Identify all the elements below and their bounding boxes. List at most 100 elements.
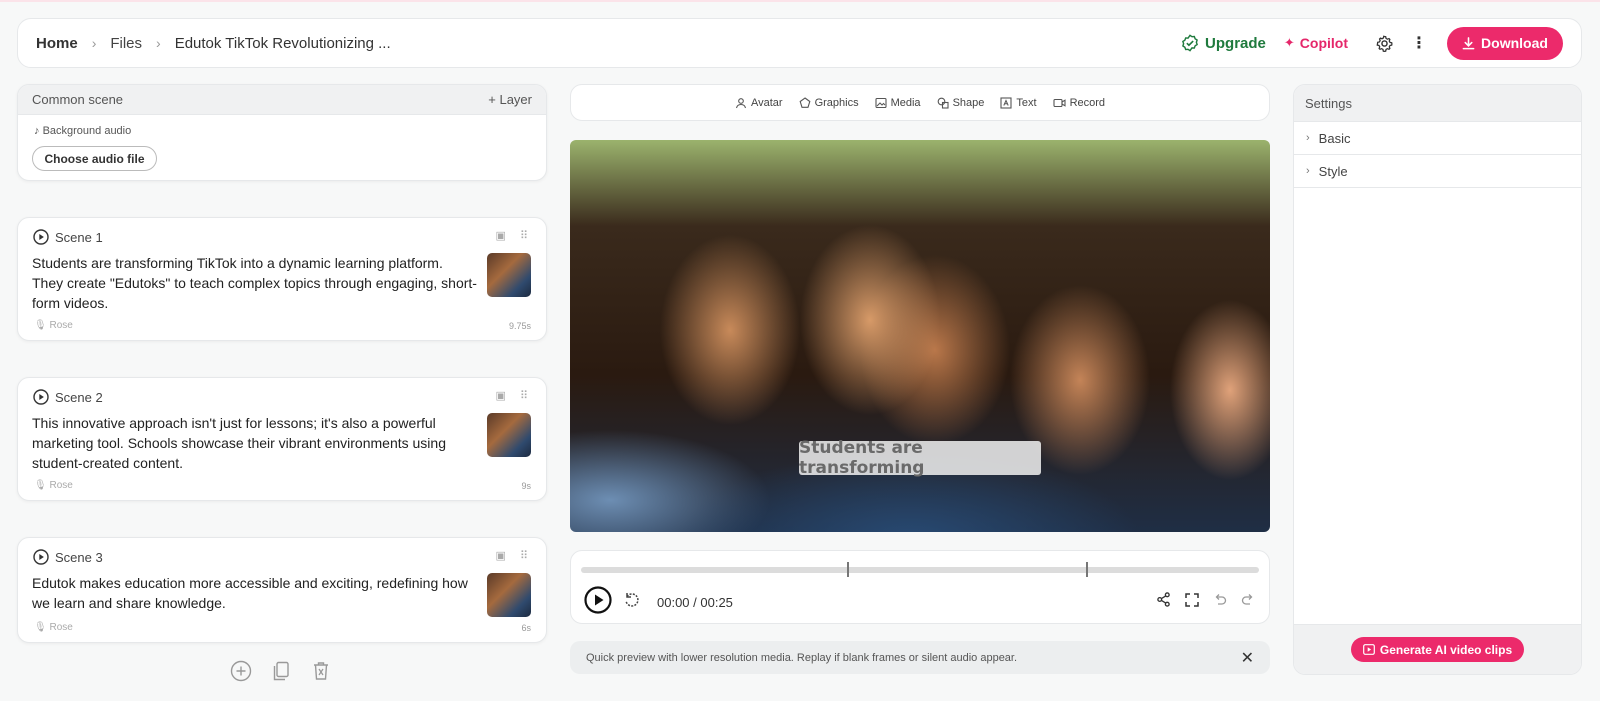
toolbar-media-label: Media [890,96,921,109]
shapes-icon [937,97,949,109]
image-icon[interactable]: ▣ [496,549,506,562]
breadcrumb-current: Edutok TikTok Revolutionizing ... [174,34,391,52]
scene-title: Scene 2 [33,389,103,405]
scene-marker [1086,562,1088,577]
common-scene-header: Common scene + Layer [18,85,546,115]
toolbar-avatar-label: Avatar [750,96,783,109]
scene-thumbnail[interactable] [487,253,531,297]
replay-button[interactable] [623,591,641,614]
video-camera-icon [1053,98,1066,107]
scene-card-2[interactable]: Scene 2 ▣ ⠿ This innovative approach isn… [17,377,547,501]
scene-card-3[interactable]: Scene 3 ▣ ⠿ Edutok makes education more … [17,537,547,643]
video-preview-canvas[interactable]: Students are transforming [570,140,1270,532]
play-circle-icon[interactable] [33,229,49,245]
subtitle-caption[interactable]: Students are transforming [799,438,1041,478]
video-play-icon [1362,644,1375,655]
replay-icon [625,593,639,607]
play-circle-icon[interactable] [33,549,49,565]
play-button[interactable] [584,586,612,619]
drag-handle-icon[interactable]: ⠿ [520,229,528,242]
download-button[interactable]: Download [1447,26,1563,60]
settings-section-basic[interactable]: › Basic [1294,122,1581,155]
copilot-button[interactable]: ✦ Copilot [1284,35,1348,51]
drag-handle-icon[interactable]: ⠿ [520,549,528,562]
generate-ai-video-clips-button[interactable]: Generate AI video clips [1351,637,1524,662]
play-circle-icon [584,586,612,614]
element-toolbar: Avatar Graphics Media Shape Text Record [570,84,1270,121]
pentagon-icon [799,96,811,108]
toolbar-graphics[interactable]: Graphics [799,97,859,109]
scene-thumbnail[interactable] [487,413,531,457]
delete-scene-icon[interactable] [310,660,332,682]
scene-title-text: Scene 1 [55,229,103,245]
toolbar-shape-label: Shape [952,96,985,109]
play-circle-icon[interactable] [33,389,49,405]
scene-duration: 6s [521,623,531,633]
scene-title: Scene 3 [33,549,103,565]
player-right-controls [1142,592,1255,607]
toolbar-graphics-label: Graphics [814,96,859,109]
breadcrumb-files[interactable]: Files [110,35,142,52]
scene-title: Scene 1 [33,229,103,245]
scene-duration: 9s [521,481,531,491]
choose-audio-file-button[interactable]: Choose audio file [32,146,157,171]
top-accent-line [0,0,1600,2]
scene-voice[interactable]: 🎙︎ Rose [34,480,73,491]
toolbar-text[interactable]: Text [1000,96,1037,109]
scene-title-text: Scene 3 [55,549,103,565]
gear-icon [1376,34,1393,52]
background-audio-text: Background audio [42,125,132,137]
toolbar-media[interactable]: Media [875,97,921,109]
text-box-icon [1000,96,1012,109]
preview-notice-bar: Quick preview with lower resolution medi… [570,641,1270,674]
drag-handle-icon[interactable]: ⠿ [520,389,528,402]
breadcrumb-home[interactable]: Home [36,35,78,52]
upgrade-label: Upgrade [1205,34,1266,52]
timeline-scrubber[interactable] [581,562,1259,577]
voice-name: Rose [49,480,73,491]
scene-voice[interactable]: 🎙︎ Rose [34,320,73,331]
fullscreen-icon[interactable] [1185,592,1199,607]
upgrade-button[interactable]: Upgrade [1181,34,1266,52]
sparkle-icon: ✦ [1283,35,1295,50]
scene-card-1[interactable]: Scene 1 ▣ ⠿ Students are transforming Ti… [17,217,547,341]
chevron-right-icon: › [1306,165,1310,177]
close-icon[interactable]: ✕ [1241,648,1254,668]
more-options-icon[interactable]: ⋮ [1411,33,1427,53]
scene-actions: ▣ ⠿ [482,549,528,562]
settings-footer: Generate AI video clips [1294,624,1581,674]
scene-script-text[interactable]: Students are transforming TikTok into a … [32,253,477,313]
scene-script-text[interactable]: This innovative approach isn't just for … [32,413,477,473]
settings-panel: Settings › Basic › Style Generate AI vid… [1293,84,1582,675]
settings-section-label: Basic [1318,130,1351,146]
settings-section-style[interactable]: › Style [1294,155,1581,188]
voice-name: Rose [49,622,73,633]
image-icon[interactable]: ▣ [496,229,506,242]
download-icon [1462,36,1475,49]
add-scene-icon[interactable] [230,660,252,682]
microphone-icon: 🎙︎ [34,622,47,633]
scene-thumbnail[interactable] [487,573,531,617]
verified-badge-icon [1182,34,1198,52]
undo-icon[interactable] [1213,593,1227,607]
microphone-icon: 🎙︎ [34,320,47,331]
toolbar-record[interactable]: Record [1053,97,1105,109]
notice-text: Quick preview with lower resolution medi… [586,651,1018,664]
scene-voice[interactable]: 🎙︎ Rose [34,622,73,633]
duplicate-scene-icon[interactable] [270,660,292,682]
redo-icon[interactable] [1241,593,1255,607]
toolbar-text-label: Text [1016,96,1037,109]
toolbar-shape[interactable]: Shape [937,96,985,109]
common-scene-title: Common scene [32,92,124,107]
voice-name: Rose [49,320,73,331]
image-icon[interactable]: ▣ [496,389,506,402]
add-layer-button[interactable]: + Layer [488,92,532,107]
image-icon [875,97,887,108]
chevron-right-icon: › [156,35,161,51]
share-icon[interactable] [1156,592,1171,607]
settings-gear-button[interactable] [1376,34,1393,52]
toolbar-avatar[interactable]: Avatar [735,97,783,109]
header-actions: Upgrade ✦ Copilot ⋮ Download [1181,26,1563,60]
download-label: Download [1481,35,1548,51]
scene-script-text[interactable]: Edutok makes education more accessible a… [32,573,477,613]
